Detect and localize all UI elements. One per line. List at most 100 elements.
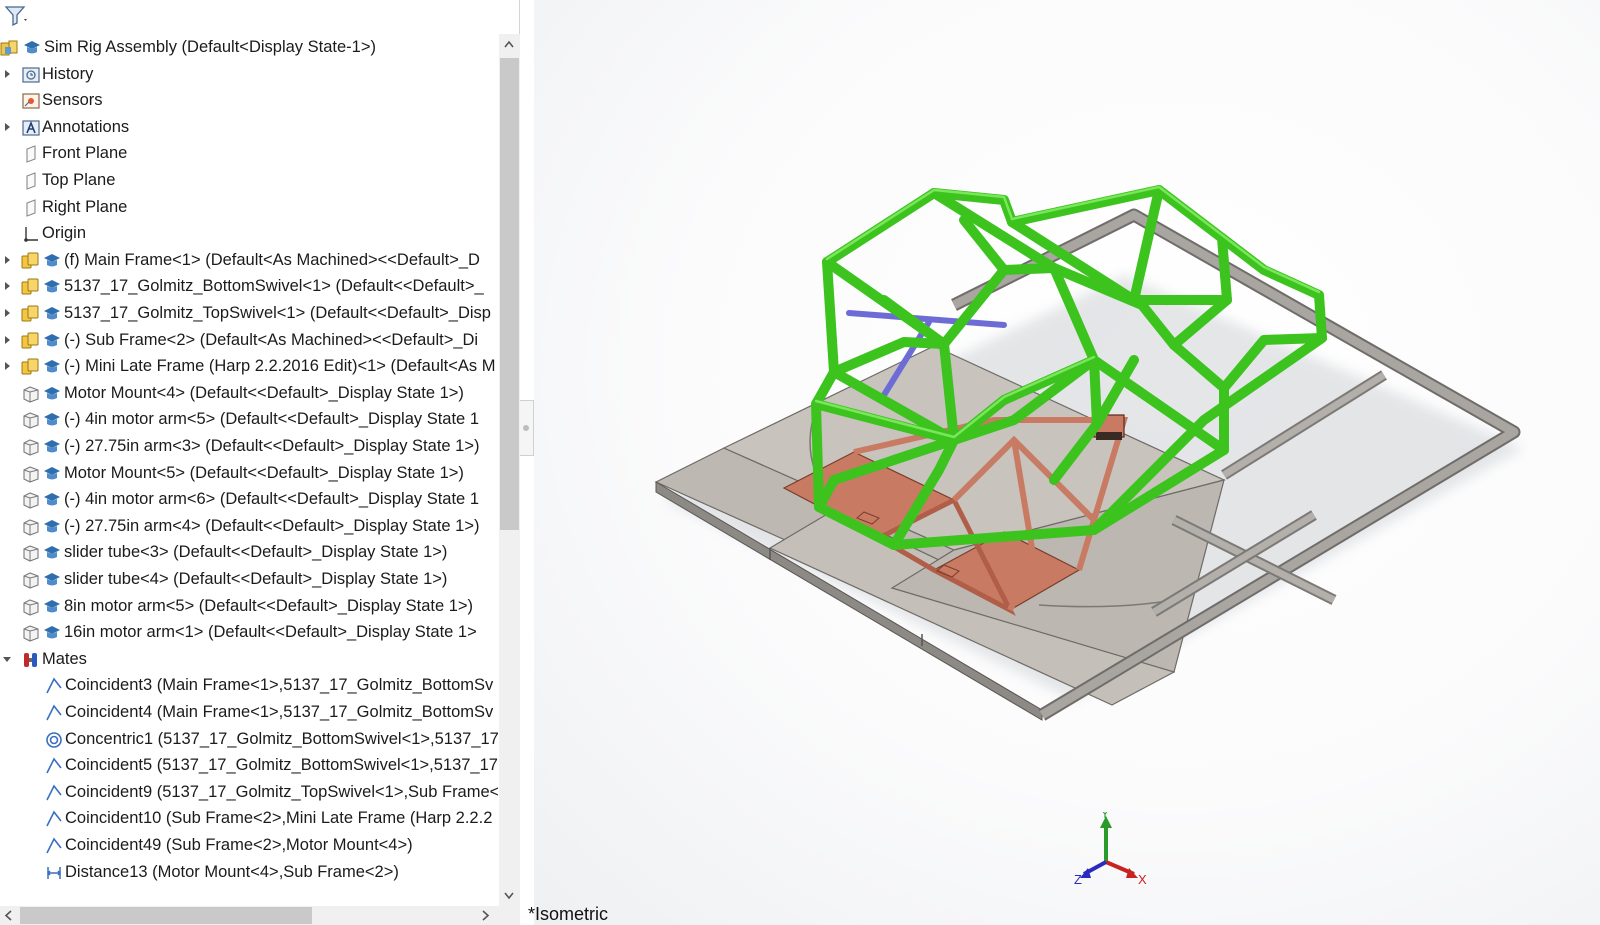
origin-icon — [24, 227, 38, 242]
tree-item-label: Motor Mount<4> (Default<<Default>_Displa… — [64, 384, 464, 402]
part-icon — [23, 412, 39, 429]
plane-icon — [26, 199, 36, 217]
tree-item[interactable]: (-) 27.75in arm<4> (Default<<Default>_Di… — [0, 513, 498, 540]
tree-item[interactable]: Coincident5 (5137_17_Golmitz_BottomSwive… — [0, 752, 498, 779]
display-state-icon — [44, 467, 60, 480]
tree-item[interactable]: (-) Sub Frame<2> (Default<As Machined><<… — [0, 327, 498, 354]
scroll-right-arrow-icon[interactable] — [480, 910, 490, 921]
filter-icon[interactable] — [4, 4, 30, 28]
display-state-icon — [44, 280, 60, 293]
tree-item[interactable]: Motor Mount<5> (Default<<Default>_Displa… — [0, 460, 498, 487]
display-state-icon — [44, 626, 60, 639]
expand-arrow-icon[interactable] — [5, 123, 10, 131]
tree-root-item[interactable]: Sim Rig Assembly (Default<Display State-… — [0, 34, 498, 61]
tree-item-label: slider tube<3> (Default<<Default>_Displa… — [64, 543, 448, 561]
tree-item[interactable]: Concentric1 (5137_17_Golmitz_BottomSwive… — [0, 726, 498, 753]
tree-item[interactable]: Sensors — [0, 87, 498, 114]
feature-tree: Sim Rig Assembly (Default<Display State-… — [0, 34, 498, 906]
tree-item[interactable]: (f) Main Frame<1> (Default<As Machined><… — [0, 247, 498, 274]
graphics-viewport[interactable]: Y X Z — [534, 0, 1600, 925]
concentric-mate-icon — [46, 732, 62, 748]
tree-item-label: Top Plane — [42, 171, 116, 189]
tree-item[interactable]: Coincident9 (5137_17_Golmitz_TopSwivel<1… — [0, 779, 498, 806]
tree-item-label: (f) Main Frame<1> (Default<As Machined><… — [64, 251, 480, 269]
display-state-icon — [44, 600, 60, 613]
expand-arrow-icon[interactable] — [5, 362, 10, 370]
scroll-down-arrow-icon[interactable] — [504, 890, 514, 900]
tree-item-label: Coincident9 (5137_17_Golmitz_TopSwivel<1… — [65, 783, 498, 801]
triad-y-label: Y — [1101, 812, 1109, 821]
display-state-icon — [44, 387, 60, 400]
tree-item-label: Right Plane — [42, 198, 128, 216]
horizontal-scrollbar-thumb[interactable] — [20, 907, 312, 924]
tree-item[interactable]: slider tube<4> (Default<<Default>_Displa… — [0, 566, 498, 593]
tree-item[interactable]: Front Plane — [0, 140, 498, 167]
tree-item-label: 5137_17_Golmitz_BottomSwivel<1> (Default… — [64, 277, 484, 295]
tree-item-label: Front Plane — [42, 144, 128, 162]
coincident-mate-icon — [46, 784, 62, 801]
vertical-scrollbar-thumb[interactable] — [500, 58, 519, 530]
tree-item-label: Annotations — [42, 118, 130, 136]
tree-item[interactable]: Right Plane — [0, 194, 498, 221]
history-icon — [22, 67, 40, 83]
subassembly-icon — [21, 278, 39, 295]
expand-arrow-icon[interactable] — [5, 282, 10, 290]
display-state-icon — [44, 307, 60, 320]
tree-item[interactable]: History — [0, 61, 498, 88]
tree-item[interactable]: slider tube<3> (Default<<Default>_Displa… — [0, 539, 498, 566]
feature-manager-pane: Sim Rig Assembly (Default<Display State-… — [0, 0, 520, 925]
collapse-arrow-icon[interactable] — [3, 657, 11, 662]
tree-item[interactable]: (-) Mini Late Frame (Harp 2.2.2016 Edit)… — [0, 353, 498, 380]
tree-item[interactable]: 5137_17_Golmitz_TopSwivel<1> (Default<<D… — [0, 300, 498, 327]
coincident-mate-icon — [46, 837, 62, 854]
scroll-left-arrow-icon[interactable] — [4, 910, 14, 921]
tree-item[interactable]: 5137_17_Golmitz_BottomSwivel<1> (Default… — [0, 273, 498, 300]
triad-z-label: Z — [1074, 872, 1082, 887]
view-orientation-label: *Isometric — [528, 904, 609, 924]
tree-item[interactable]: Annotations — [0, 114, 498, 141]
expand-arrow-icon[interactable] — [5, 309, 10, 317]
tree-item-label: Mates — [42, 650, 87, 668]
tree-item[interactable]: Coincident10 (Sub Frame<2>,Mini Late Fra… — [0, 805, 498, 832]
scroll-up-arrow-icon[interactable] — [504, 40, 514, 50]
filter-bar — [0, 0, 520, 34]
expand-arrow-icon[interactable] — [5, 256, 10, 264]
tree-item[interactable]: 16in motor arm<1> (Default<<Default>_Dis… — [0, 619, 498, 646]
vertical-scrollbar[interactable] — [499, 34, 520, 906]
tree-item-label: Sensors — [42, 91, 103, 109]
tree-item[interactable]: Coincident3 (Main Frame<1>,5137_17_Golmi… — [0, 672, 498, 699]
assembly-icon — [0, 40, 18, 56]
plane-icon — [26, 172, 36, 190]
tree-item-label: (-) 4in motor arm<6> (Default<<Default>_… — [64, 490, 479, 508]
tree-item-label: Coincident3 (Main Frame<1>,5137_17_Golmi… — [65, 676, 494, 694]
tree-item[interactable]: Coincident49 (Sub Frame<2>,Motor Mount<4… — [0, 832, 498, 859]
expand-arrow-icon[interactable] — [5, 336, 10, 344]
horizontal-scrollbar[interactable] — [0, 906, 520, 925]
grip-icon — [523, 425, 529, 431]
tree-item[interactable]: Coincident4 (Main Frame<1>,5137_17_Golmi… — [0, 699, 498, 726]
tree-item[interactable]: Mates — [0, 646, 498, 673]
part-icon — [23, 519, 39, 536]
pane-collapse-handle[interactable] — [520, 400, 534, 456]
expand-arrow-icon[interactable] — [5, 70, 10, 78]
tree-item-label: Coincident5 (5137_17_Golmitz_BottomSwive… — [65, 756, 498, 774]
tree-item-label: Origin — [42, 224, 87, 242]
annotations-icon — [22, 120, 40, 136]
tree-item[interactable]: Top Plane — [0, 167, 498, 194]
sim-rig-model[interactable] — [534, 0, 1600, 925]
coincident-mate-icon — [46, 810, 62, 827]
tree-item[interactable]: (-) 4in motor arm<5> (Default<<Default>_… — [0, 406, 498, 433]
tree-item-label: 8in motor arm<5> (Default<<Default>_Disp… — [64, 597, 474, 615]
tree-item-label: Coincident4 (Main Frame<1>,5137_17_Golmi… — [65, 703, 494, 721]
tree-item[interactable]: 8in motor arm<5> (Default<<Default>_Disp… — [0, 593, 498, 620]
tree-item[interactable]: (-) 27.75in arm<3> (Default<<Default>_Di… — [0, 433, 498, 460]
tree-item[interactable]: Origin — [0, 220, 498, 247]
plane-icon — [26, 145, 36, 163]
tree-item[interactable]: Motor Mount<4> (Default<<Default>_Displa… — [0, 380, 498, 407]
part-icon — [23, 386, 39, 403]
tree-item[interactable]: Distance13 (Motor Mount<4>,Sub Frame<2>) — [0, 859, 498, 886]
subassembly-icon — [21, 332, 39, 349]
tree-item[interactable]: (-) 4in motor arm<6> (Default<<Default>_… — [0, 486, 498, 513]
tree-item-label: Coincident10 (Sub Frame<2>,Mini Late Fra… — [65, 809, 493, 827]
display-state-icon — [44, 573, 60, 586]
